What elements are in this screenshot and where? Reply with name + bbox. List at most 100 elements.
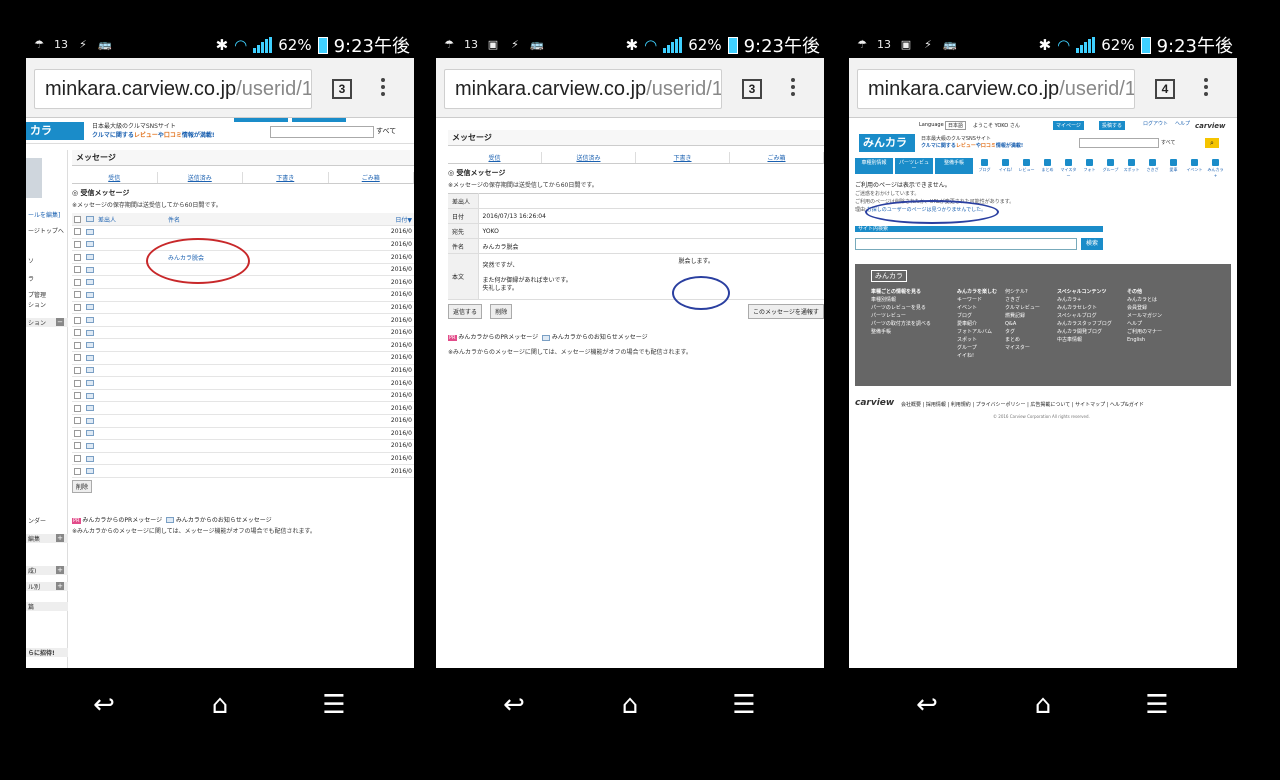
- table-row[interactable]: 2016/0: [72, 263, 414, 277]
- footer-link[interactable]: ヘルプ: [1127, 320, 1162, 328]
- sidebar-item[interactable]: 編集 +: [26, 534, 68, 543]
- sidebar-item[interactable]: ション −: [26, 318, 68, 327]
- menu-icon[interactable]: ☰: [724, 690, 764, 720]
- row-subject[interactable]: [166, 313, 389, 327]
- search-scope-select[interactable]: すべて: [376, 126, 396, 136]
- nav-item[interactable]: ブログ: [975, 158, 994, 178]
- row-subject[interactable]: [166, 338, 389, 353]
- row-sender[interactable]: [96, 275, 166, 290]
- table-row[interactable]: 2016/0: [72, 389, 414, 403]
- row-subject[interactable]: みんカラ脱会: [166, 250, 389, 264]
- row-subject[interactable]: [166, 389, 389, 403]
- sidebar-item[interactable]: ンダー: [26, 516, 68, 525]
- url-bar[interactable]: minkara.carview.co.jp/userid/1: [857, 69, 1135, 109]
- select-all-checkbox[interactable]: [74, 215, 81, 223]
- site-search-field[interactable]: [855, 238, 1077, 250]
- nav-car-info[interactable]: 車種別情報: [855, 158, 893, 174]
- nav-item[interactable]: イイね!: [996, 158, 1015, 178]
- row-subject[interactable]: [166, 351, 389, 365]
- footer-link[interactable]: パーツの取付方法を調べる: [871, 320, 931, 328]
- inbox-radio[interactable]: ◎ 受信メッセージ: [72, 188, 414, 198]
- footer-link[interactable]: タグ: [1005, 328, 1040, 336]
- tab-drafts[interactable]: 下書き: [636, 152, 730, 163]
- row-sender[interactable]: [96, 452, 166, 466]
- row-checkbox[interactable]: [74, 467, 81, 475]
- expand-icon[interactable]: +: [56, 582, 64, 590]
- inbox-radio[interactable]: ◎ 受信メッセージ: [448, 168, 824, 178]
- footer-link[interactable]: 会員登録: [1127, 304, 1162, 312]
- row-sender[interactable]: [96, 414, 166, 428]
- table-row[interactable]: 2016/0: [72, 464, 414, 478]
- sidebar-item[interactable]: ソ: [26, 256, 68, 265]
- row-sender[interactable]: [96, 313, 166, 327]
- tab-inbox[interactable]: 受信: [448, 152, 542, 163]
- table-row[interactable]: 2016/0: [72, 313, 414, 327]
- post-button[interactable]: 投稿する: [1099, 121, 1126, 130]
- footer-link[interactable]: さきざ: [1005, 296, 1040, 304]
- row-checkbox[interactable]: [74, 240, 81, 248]
- tab-switcher-button[interactable]: 3: [332, 79, 352, 99]
- footer-link[interactable]: みんカラ開発ブログ: [1057, 328, 1112, 336]
- nav-maintenance[interactable]: 整備手帳: [935, 158, 973, 174]
- row-subject[interactable]: [166, 275, 389, 290]
- row-sender[interactable]: [96, 389, 166, 403]
- row-checkbox[interactable]: [74, 253, 81, 261]
- sidebar-item[interactable]: ル別 +: [26, 582, 68, 591]
- row-checkbox[interactable]: [74, 429, 81, 437]
- row-subject[interactable]: [166, 401, 389, 415]
- row-checkbox[interactable]: [74, 366, 81, 374]
- footer-link[interactable]: スポット: [957, 336, 997, 344]
- footer-link[interactable]: まとめ: [1005, 336, 1040, 344]
- tab-switcher-button[interactable]: 4: [1155, 79, 1175, 99]
- help-link[interactable]: ヘルプ: [1175, 120, 1190, 127]
- row-sender[interactable]: [96, 326, 166, 340]
- tab-sent[interactable]: 送信済み: [542, 152, 636, 163]
- nav-item[interactable]: まとめ: [1038, 158, 1057, 178]
- footer-link[interactable]: みんカラセレクト: [1057, 304, 1112, 312]
- table-row[interactable]: 2016/0: [72, 238, 414, 252]
- row-subject[interactable]: [166, 263, 389, 277]
- nav-item[interactable]: さきざ: [1143, 158, 1162, 178]
- row-checkbox[interactable]: [74, 379, 81, 387]
- footer-link[interactable]: メールマガジン: [1127, 312, 1162, 320]
- table-row[interactable]: 2016/0: [72, 452, 414, 466]
- nav-item[interactable]: スポット: [1122, 158, 1141, 178]
- expand-icon[interactable]: +: [56, 534, 64, 542]
- nav-parts-review[interactable]: パーツレビュー: [895, 158, 933, 174]
- sidebar-item[interactable]: ラ: [26, 274, 68, 283]
- menu-icon[interactable]: ☰: [1137, 690, 1177, 720]
- table-row[interactable]: 2016/0: [72, 338, 414, 353]
- footer-link[interactable]: クルマレビュー: [1005, 304, 1040, 312]
- sidebar-item[interactable]: プ管理: [26, 290, 68, 299]
- search-scope-select[interactable]: すべて: [1161, 139, 1175, 146]
- footer-link[interactable]: キーワード: [957, 296, 997, 304]
- row-sender[interactable]: [96, 301, 166, 315]
- row-subject[interactable]: [166, 238, 389, 252]
- footer-link[interactable]: Q&A: [1005, 320, 1040, 328]
- row-checkbox[interactable]: [74, 417, 81, 425]
- footer-logo[interactable]: みんカラ: [871, 270, 907, 282]
- row-checkbox[interactable]: [74, 303, 81, 311]
- back-icon[interactable]: ↩: [907, 690, 947, 720]
- footer-link[interactable]: フォトアルバム: [957, 328, 997, 336]
- col-sender[interactable]: 差出人: [96, 213, 166, 227]
- footer-link[interactable]: イイね!: [957, 352, 997, 360]
- sidebar-item[interactable]: ージトップへ: [26, 226, 68, 235]
- row-subject[interactable]: [166, 452, 389, 466]
- row-checkbox[interactable]: [74, 329, 81, 337]
- expand-icon[interactable]: +: [56, 566, 64, 574]
- row-checkbox[interactable]: [74, 278, 81, 286]
- table-row[interactable]: 2016/0: [72, 376, 414, 390]
- tab-sent[interactable]: 送信済み: [158, 172, 243, 183]
- logout-link[interactable]: ログアウト: [1143, 120, 1168, 127]
- row-sender[interactable]: [96, 376, 166, 390]
- footer-link[interactable]: みんカラスタッフブログ: [1057, 320, 1112, 328]
- tab-trash[interactable]: ごみ箱: [730, 152, 824, 163]
- footer-link[interactable]: パーツレビュー: [871, 312, 931, 320]
- url-bar[interactable]: minkara.carview.co.jp/userid/1: [34, 69, 312, 109]
- footer-link[interactable]: 中古車情報: [1057, 336, 1112, 344]
- footer-link[interactable]: 整備手帳: [871, 328, 931, 336]
- table-row[interactable]: 2016/0: [72, 326, 414, 340]
- table-row[interactable]: 2016/0: [72, 427, 414, 441]
- row-checkbox[interactable]: [74, 291, 81, 299]
